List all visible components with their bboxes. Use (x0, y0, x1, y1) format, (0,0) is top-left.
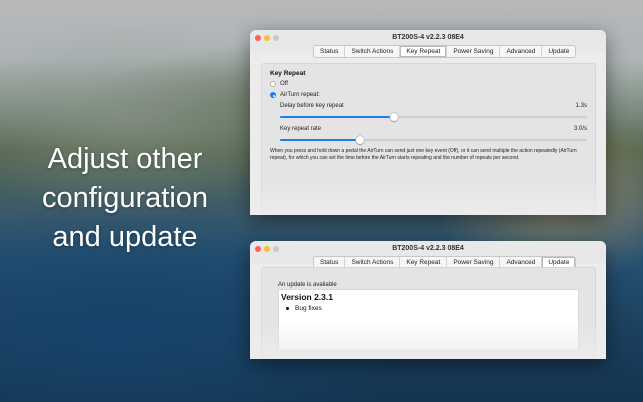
delay-value: 1.3s (575, 103, 587, 109)
release-note-item: Bug fixes (286, 305, 322, 312)
radio-airturn-repeat[interactable]: AirTurn repeat: (270, 92, 320, 98)
bullet-icon (286, 307, 289, 310)
tab-advanced[interactable]: Advanced (500, 46, 543, 57)
window-title: BT200S-4 v2.2.3 08E4 (392, 245, 464, 252)
radio-off-label: Off (280, 81, 288, 87)
version-title: Version 2.3.1 (281, 292, 333, 302)
delay-label: Delay before key repeat (280, 103, 344, 109)
tagline-line-2: configuration (41, 182, 209, 214)
release-notes: Version 2.3.1 Bug fixes (278, 289, 579, 351)
delay-slider[interactable] (280, 113, 587, 121)
rate-slider[interactable] (280, 136, 587, 144)
rate-slider-knob[interactable] (355, 136, 364, 144)
tab-bar: Status Switch Actions Key Repeat Power S… (313, 45, 577, 58)
tab-update[interactable]: Update (542, 46, 575, 57)
radio-off[interactable]: Off (270, 81, 288, 87)
release-note-text: Bug fixes (295, 305, 322, 312)
description-text: When you press and hold down a pedal the… (270, 148, 577, 161)
key-repeat-panel: Key Repeat Off AirTurn repeat: Delay bef… (261, 63, 596, 215)
tab-power-saving[interactable]: Power Saving (447, 46, 501, 57)
rate-slider-fill (280, 139, 360, 141)
section-heading: Key Repeat (270, 70, 306, 77)
update-panel: An update is available Version 2.3.1 Bug… (261, 267, 596, 359)
tagline-line-1: Adjust other (47, 143, 203, 175)
rate-label: Key repeat rate (280, 126, 322, 132)
update-available-label: An update is available (278, 282, 337, 288)
delay-slider-knob[interactable] (389, 113, 398, 121)
tab-key-repeat[interactable]: Key Repeat (400, 46, 448, 57)
promo-tagline: Adjust other configuration and update (0, 140, 250, 257)
radio-airturn-label: AirTurn repeat: (280, 92, 320, 98)
tab-switch-actions[interactable]: Switch Actions (345, 46, 401, 57)
radio-airturn-indicator[interactable] (270, 92, 276, 98)
rate-value: 3.0/s (573, 126, 587, 132)
window-title: BT200S-4 v2.2.3 08E4 (392, 34, 464, 41)
tagline-line-3: and update (52, 221, 198, 253)
tab-status[interactable]: Status (314, 46, 346, 57)
radio-off-indicator[interactable] (270, 81, 276, 87)
update-window: BT200S-4 v2.2.3 08E4 Status Switch Actio… (250, 241, 606, 359)
key-repeat-window: BT200S-4 v2.2.3 08E4 Status Switch Actio… (250, 30, 606, 215)
delay-slider-fill (280, 116, 394, 118)
